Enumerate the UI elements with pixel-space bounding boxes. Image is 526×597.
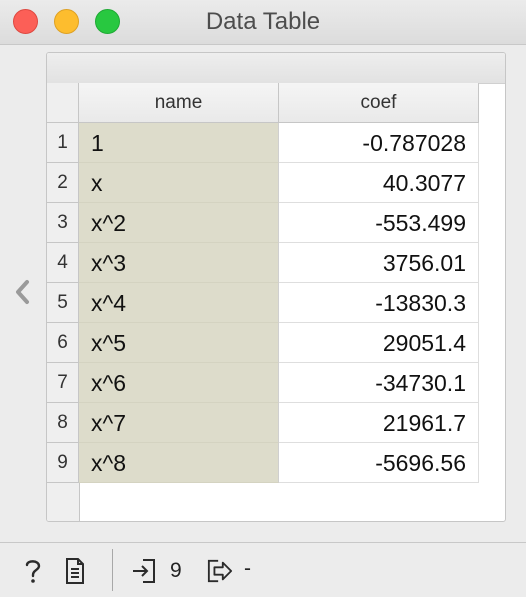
cell-name[interactable]: x^8 [79, 443, 279, 483]
row-number[interactable]: 1 [47, 123, 79, 163]
cell-coef[interactable]: -553.499 [279, 203, 479, 243]
window-title: Data Table [205, 8, 321, 35]
table-row[interactable]: 1 1 -0.787028 [47, 123, 479, 163]
table-row[interactable]: 6 x^5 29051.4 [47, 323, 479, 363]
cell-coef[interactable]: -0.787028 [279, 123, 479, 163]
row-number[interactable]: 5 [47, 283, 79, 323]
collapse-panel-button[interactable] [9, 276, 35, 308]
cell-coef[interactable]: -34730.1 [279, 363, 479, 403]
report-button[interactable] [62, 556, 88, 586]
output-indicator[interactable] [207, 556, 233, 586]
table-row[interactable]: 3 x^2 -553.499 [47, 203, 479, 243]
row-number[interactable]: 6 [47, 323, 79, 363]
table-corner-button[interactable] [47, 83, 79, 123]
cell-name[interactable]: x^3 [79, 243, 279, 283]
table-row[interactable]: 7 x^6 -34730.1 [47, 363, 479, 403]
cell-name[interactable]: 1 [79, 123, 279, 163]
help-button[interactable] [20, 556, 46, 586]
table-row[interactable]: 9 x^8 -5696.56 [47, 443, 479, 483]
data-table[interactable]: name coef 1 1 -0.787028 2 x 40.3077 3 x^2 -553.4… [46, 52, 506, 522]
cell-coef[interactable]: 3756.01 [279, 243, 479, 283]
column-header-name[interactable]: name [79, 83, 279, 123]
row-number[interactable]: 3 [47, 203, 79, 243]
row-number[interactable]: 4 [47, 243, 79, 283]
column-header-coef[interactable]: coef [279, 83, 479, 123]
input-count: 9 [170, 559, 182, 582]
row-number[interactable]: 7 [47, 363, 79, 403]
table-row[interactable]: 8 x^7 21961.7 [47, 403, 479, 443]
row-number[interactable]: 9 [47, 443, 79, 483]
cell-coef[interactable]: 21961.7 [279, 403, 479, 443]
cell-name[interactable]: x^6 [79, 363, 279, 403]
help-icon [25, 560, 41, 583]
input-icon [133, 559, 155, 583]
report-icon [66, 558, 84, 584]
row-number[interactable]: 8 [47, 403, 79, 443]
cell-coef[interactable]: 40.3077 [279, 163, 479, 203]
input-indicator[interactable] [131, 556, 157, 586]
chevron-left-icon [16, 280, 29, 304]
status-separator [112, 549, 113, 591]
cell-name[interactable]: x^7 [79, 403, 279, 443]
output-icon [207, 559, 233, 583]
cell-coef[interactable]: 29051.4 [279, 323, 479, 363]
table-row[interactable]: 4 x^3 3756.01 [47, 243, 479, 283]
cell-coef[interactable]: -13830.3 [279, 283, 479, 323]
table-row[interactable]: 2 x 40.3077 [47, 163, 479, 203]
cell-name[interactable]: x^4 [79, 283, 279, 323]
output-count: - [244, 557, 251, 580]
table-row[interactable]: 5 x^4 -13830.3 [47, 283, 479, 323]
cell-name[interactable]: x^5 [79, 323, 279, 363]
cell-name[interactable]: x^2 [79, 203, 279, 243]
cell-coef[interactable]: -5696.56 [279, 443, 479, 483]
status-bar: 9 - [0, 542, 526, 597]
title-bar: Data Table [0, 0, 526, 45]
table-top-strip [47, 53, 505, 84]
row-number[interactable]: 2 [47, 163, 79, 203]
cell-name[interactable]: x [79, 163, 279, 203]
